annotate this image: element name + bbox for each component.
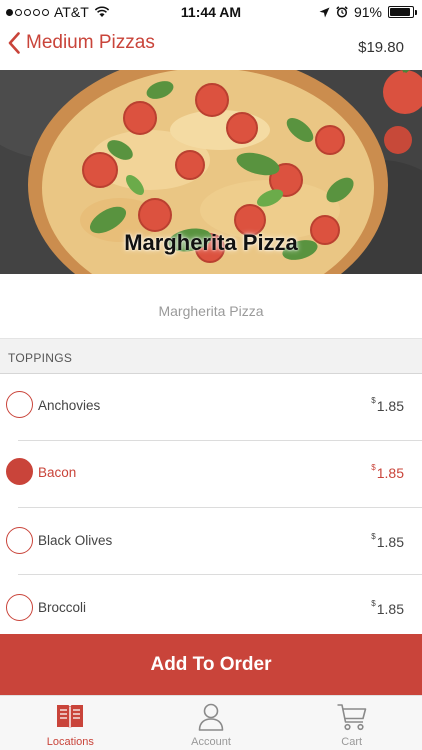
tab-account[interactable]: Account [141, 696, 282, 750]
person-icon [198, 703, 224, 731]
topping-name: Bacon [38, 465, 77, 480]
chevron-left-icon [8, 32, 20, 54]
toppings-section-header: TOPPINGS [0, 338, 422, 374]
topping-row-broccoli[interactable]: Broccoli $1.85 [0, 575, 422, 635]
tab-label: Locations [46, 736, 94, 748]
currency-symbol: $ [371, 463, 376, 472]
nav-title: Medium Pizzas [26, 32, 155, 53]
topping-row-anchovies[interactable]: Anchovies $1.85 [0, 374, 422, 441]
item-total-price: $19.80 [358, 39, 404, 56]
price-value: 1.85 [376, 601, 404, 617]
radio-selected-icon[interactable] [6, 458, 33, 485]
item-description: Margherita Pizza [158, 303, 264, 319]
tab-locations[interactable]: Locations [0, 696, 141, 750]
price-value: 1.85 [376, 398, 404, 414]
battery-percent: 91% [353, 4, 382, 20]
topping-price: $1.85 [371, 532, 404, 550]
radio-unselected-icon[interactable] [6, 527, 33, 554]
topping-row-black-olives[interactable]: Black Olives $1.85 [0, 508, 422, 575]
price-value: 1.85 [376, 534, 404, 550]
alarm-clock-icon [336, 6, 348, 18]
currency-symbol: $ [371, 599, 376, 608]
location-arrow-icon [319, 7, 330, 17]
currency-symbol: $ [371, 396, 376, 405]
book-icon [57, 705, 84, 729]
toppings-list: Anchovies $1.85 Bacon $1.85 Black Olives… [0, 374, 422, 635]
radio-unselected-icon[interactable] [6, 594, 33, 621]
nav-bar: Medium Pizzas $19.80 [0, 24, 422, 70]
radio-unselected-icon[interactable] [6, 391, 33, 418]
currency-symbol: $ [371, 532, 376, 541]
status-right: 91% [319, 4, 417, 20]
hero-title: Margherita Pizza [124, 230, 298, 255]
topping-price: $1.85 [371, 396, 404, 414]
status-bar: AT&T 11:44 AM 91% [0, 0, 422, 24]
battery-fill [390, 8, 411, 16]
cart-icon [337, 704, 366, 731]
tab-label: Cart [341, 736, 363, 748]
tab-label: Account [191, 736, 231, 748]
topping-row-bacon[interactable]: Bacon $1.85 [0, 441, 422, 508]
topping-price: $1.85 [371, 599, 404, 617]
hero-image: Margherita Pizza [0, 70, 422, 274]
topping-price: $1.85 [371, 463, 404, 481]
battery-icon [388, 6, 417, 18]
topping-name: Black Olives [38, 533, 113, 548]
tab-bar: Locations Account Cart [0, 695, 422, 750]
topping-name: Broccoli [38, 600, 87, 615]
back-button[interactable]: Medium Pizzas [8, 32, 155, 54]
tab-cart[interactable]: Cart [281, 696, 422, 750]
topping-name: Anchovies [38, 398, 101, 413]
price-value: 1.85 [376, 465, 404, 481]
add-to-order-button[interactable]: Add To Order [0, 634, 422, 695]
